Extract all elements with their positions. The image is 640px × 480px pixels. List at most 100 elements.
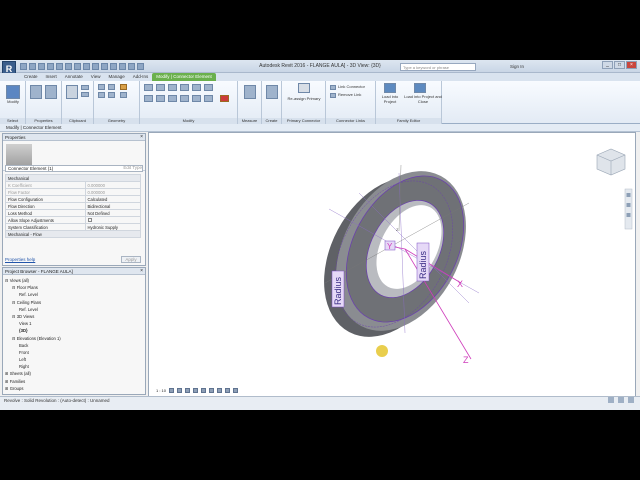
minimize-button[interactable]: _ xyxy=(602,61,613,69)
mirror-draw-icon[interactable] xyxy=(180,84,189,91)
mirror-axis-icon[interactable] xyxy=(168,84,177,91)
viewcube-icon[interactable] xyxy=(596,148,626,176)
link-connector-label[interactable]: Link Connector xyxy=(338,84,376,90)
copy-icon[interactable] xyxy=(81,92,89,97)
radius-dimension-2[interactable]: Radius xyxy=(416,242,430,282)
table-row[interactable]: Allow Slope Adjustments xyxy=(5,216,141,224)
tree-item[interactable]: {3D} xyxy=(5,327,61,334)
split-face-icon[interactable] xyxy=(108,92,115,98)
shadows-icon[interactable] xyxy=(193,387,199,393)
tab-modify-connector[interactable]: Modify | Connector Element xyxy=(152,73,216,81)
link-connector-icon[interactable] xyxy=(330,85,336,90)
tab-annotate[interactable]: Annotate xyxy=(61,73,87,81)
load-into-project-label[interactable]: Load into Project xyxy=(376,94,404,104)
drawing-area[interactable]: Z Radius Radius Y X Z xyxy=(148,132,636,404)
cut-icon[interactable] xyxy=(81,85,89,90)
crop-view-icon[interactable] xyxy=(201,387,207,393)
property-value[interactable]: 0.000000 xyxy=(84,181,141,189)
tab-create[interactable]: Create xyxy=(20,73,42,81)
tree-item[interactable]: Left xyxy=(5,356,61,363)
property-value[interactable]: Hydronic Supply xyxy=(84,223,141,231)
checkbox[interactable] xyxy=(84,216,141,224)
remove-link-label[interactable]: Remove Link xyxy=(338,92,376,98)
tree-item[interactable]: ⊞ Groups xyxy=(5,385,61,392)
filter-icon[interactable] xyxy=(608,397,614,403)
tab-insert[interactable]: Insert xyxy=(42,73,61,81)
cut-geometry-icon[interactable] xyxy=(98,92,105,98)
tree-item[interactable]: Ref. Level xyxy=(5,291,61,298)
tree-item[interactable]: Right xyxy=(5,363,61,370)
properties-icon[interactable] xyxy=(30,85,42,99)
visual-style-icon[interactable] xyxy=(177,387,183,393)
table-row[interactable]: Mechanical - Flow xyxy=(5,230,141,238)
maximize-button[interactable]: □ xyxy=(614,61,625,69)
table-row[interactable]: Flow Direction Bidirectional xyxy=(5,202,141,210)
property-value[interactable]: 0.000000 xyxy=(84,188,141,196)
close-icon[interactable]: × xyxy=(140,134,143,141)
reassign-primary-icon[interactable] xyxy=(298,83,310,93)
sign-in-link[interactable]: Sign In xyxy=(510,64,524,69)
temporary-hide-icon[interactable] xyxy=(225,387,231,393)
property-value[interactable]: Not Defined xyxy=(84,209,141,217)
join-icon[interactable] xyxy=(108,84,115,90)
modify-cursor-icon[interactable] xyxy=(6,85,20,99)
radius-dimension-1[interactable]: Radius xyxy=(331,270,345,308)
load-into-project-icon[interactable] xyxy=(384,83,396,93)
table-row[interactable]: Mechanical xyxy=(5,174,141,182)
offset-icon[interactable] xyxy=(156,84,165,91)
lock-3d-icon[interactable] xyxy=(217,387,223,393)
table-row[interactable]: Flow Configuration Calculated xyxy=(5,195,141,203)
paste-icon[interactable] xyxy=(66,85,78,99)
property-value[interactable]: Calculated xyxy=(84,195,141,203)
move-icon[interactable] xyxy=(144,95,153,102)
copy-element-icon[interactable] xyxy=(156,95,165,102)
tree-item[interactable]: ⊞ Sheets (all) xyxy=(5,370,61,377)
3d-view-svg[interactable]: Z Radius Radius Y X Z xyxy=(149,133,637,405)
measure-tool-icon[interactable] xyxy=(244,85,256,99)
remove-link-icon[interactable] xyxy=(330,93,336,98)
scale-icon[interactable] xyxy=(204,95,213,102)
apply-button[interactable]: Apply xyxy=(121,256,141,263)
table-row[interactable]: Flow Factor 0.000000 xyxy=(5,188,141,196)
table-row[interactable]: Loss Method Not Defined xyxy=(5,209,141,217)
property-value[interactable]: Bidirectional xyxy=(84,202,141,210)
select-underlay-icon[interactable] xyxy=(628,397,634,403)
edit-type-button[interactable]: Edit Type xyxy=(123,165,142,170)
type-properties-icon[interactable] xyxy=(45,85,57,99)
close-icon[interactable]: × xyxy=(140,268,143,275)
properties-help-link[interactable]: Properties help xyxy=(5,257,35,262)
delete-icon[interactable] xyxy=(220,95,229,102)
split-icon[interactable] xyxy=(192,84,201,91)
load-and-close-icon[interactable] xyxy=(414,83,426,93)
array-icon[interactable] xyxy=(192,95,201,102)
table-row[interactable]: K Coefficient 0.000000 xyxy=(5,181,141,189)
reveal-hidden-icon[interactable] xyxy=(233,387,239,393)
table-row[interactable]: System Classification Hydronic Supply xyxy=(5,223,141,231)
paint-icon[interactable] xyxy=(120,84,127,90)
tree-item[interactable]: ⊞ Families xyxy=(5,378,61,385)
tree-item[interactable]: ⊟ Ceiling Plans xyxy=(5,299,61,306)
tree-item[interactable]: Ref. Level xyxy=(5,306,61,313)
rotate-icon[interactable] xyxy=(168,95,177,102)
search-input[interactable]: Type a keyword or phrase xyxy=(400,63,476,71)
navigation-bar[interactable] xyxy=(624,188,633,230)
close-button[interactable]: × xyxy=(626,61,637,69)
tree-item[interactable]: Front xyxy=(5,349,61,356)
flange-3d-model[interactable] xyxy=(298,149,492,360)
create-similar-icon[interactable] xyxy=(266,85,278,99)
align-icon[interactable] xyxy=(144,84,153,91)
tab-manage[interactable]: Manage xyxy=(104,73,128,81)
tree-item[interactable]: ⊟ Views (all) xyxy=(5,277,61,284)
type-selector-dropdown[interactable]: Connector Element (1) xyxy=(5,165,143,172)
select-links-icon[interactable] xyxy=(618,397,624,403)
sun-path-icon[interactable] xyxy=(185,387,191,393)
detail-level-icon[interactable] xyxy=(169,387,175,393)
load-and-close-label[interactable]: Load into Project and Close xyxy=(404,94,442,104)
tree-item[interactable]: View 1 xyxy=(5,320,61,327)
cope-icon[interactable] xyxy=(98,84,105,90)
trim-icon[interactable] xyxy=(180,95,189,102)
reassign-primary-label[interactable]: Re-assign Primary xyxy=(284,96,324,102)
tree-item[interactable]: ⊟ Floor Plans xyxy=(5,284,61,291)
tree-item[interactable]: ⊟ Elevations (Elevation 1) xyxy=(5,335,61,342)
tree-item[interactable]: ⊟ 3D Views xyxy=(5,313,61,320)
